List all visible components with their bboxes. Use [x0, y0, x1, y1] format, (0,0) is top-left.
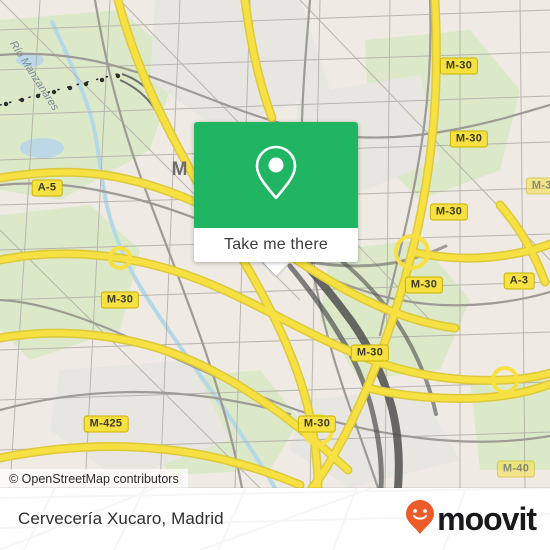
- card-pointer-tail: [262, 261, 290, 276]
- place-title: Cervecería Xucaro, Madrid: [18, 509, 224, 528]
- road-shield: M-425: [83, 415, 129, 433]
- road-shield: M-30: [297, 415, 337, 433]
- card-icon-area: [194, 122, 358, 228]
- road-shield: M-40: [496, 460, 536, 478]
- map-attribution[interactable]: © OpenStreetMap contributors: [0, 469, 188, 488]
- road-shield: A-5: [31, 179, 63, 197]
- road-shield: M-30: [449, 130, 489, 148]
- take-me-there-button[interactable]: Take me there: [194, 228, 358, 262]
- road-shield: M-30: [439, 57, 479, 75]
- map-place-label: M: [171, 159, 189, 180]
- road-shield: A-3: [503, 272, 535, 290]
- map-pin-icon: [253, 144, 299, 207]
- road-shield: M-30: [100, 291, 140, 309]
- footer-bar: Cervecería Xucaro, Madrid moovit: [0, 488, 550, 550]
- place-callout-card[interactable]: Take me there: [194, 122, 358, 262]
- road-shield: M-30: [525, 177, 550, 195]
- moovit-place-map-screenshot: M Río Manzanares M-30 M-30 M-30 A-3 M-30…: [0, 0, 550, 550]
- moovit-smiley-pin-icon: [405, 499, 435, 540]
- road-shield: M-30: [404, 276, 444, 294]
- road-shield: M-30: [350, 344, 390, 362]
- road-shield: M-30: [429, 203, 469, 221]
- moovit-logo[interactable]: moovit: [405, 488, 537, 550]
- take-me-there-label: Take me there: [224, 236, 328, 253]
- moovit-wordmark: moovit: [437, 501, 537, 537]
